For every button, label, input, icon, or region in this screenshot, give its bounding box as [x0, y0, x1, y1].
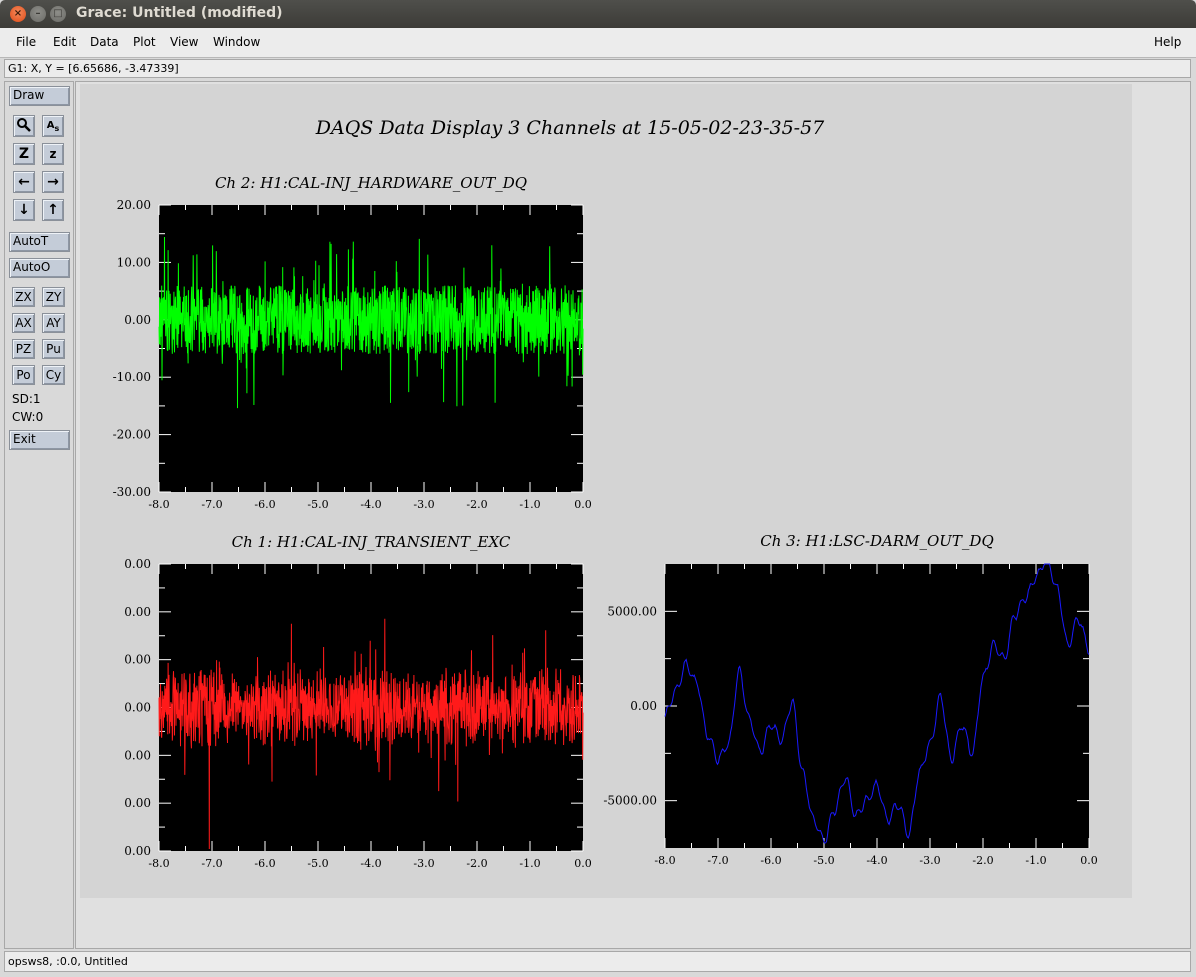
y-tick-label: -20.00 [113, 428, 151, 442]
push-button[interactable]: Pu [42, 339, 65, 359]
y-tick-label: 0.00 [124, 844, 151, 858]
x-tick-label: -8.0 [654, 854, 675, 867]
stack-depth-label: SD:1 [12, 392, 41, 406]
y-tick-label: 20.00 [117, 198, 151, 212]
x-tick-label: 0.0 [574, 857, 592, 870]
x-tick-label: -4.0 [866, 854, 887, 867]
y-tick-label: 0.00 [124, 701, 151, 715]
push-zoom-button[interactable]: PZ [12, 339, 35, 359]
autoscale-x-button[interactable]: AX [12, 313, 35, 333]
tool-panel: Draw As Z z ← → ↓ ↑ AutoT AutoO ZX ZY AX… [4, 81, 74, 949]
down-arrow-icon[interactable]: ↓ [13, 199, 35, 221]
status-bar: opsws8, :0.0, Untitled [4, 951, 1191, 972]
y-tick-label: -5000.00 [603, 794, 657, 808]
x-tick-label: -3.0 [919, 854, 940, 867]
x-tick-label: -4.0 [360, 498, 381, 511]
y-tick-label: -10.00 [113, 370, 151, 384]
y-tick-label: 0.00 [124, 557, 151, 571]
x-tick-label: -3.0 [413, 498, 434, 511]
autoscale-y-button[interactable]: AY [42, 313, 65, 333]
chart-panel-3: Ch 3: H1:LSC-DARM_OUT_DQ -8.0 -7.0 -6.0 -5.0… [603, 532, 1097, 867]
x-tick-label: -7.0 [201, 498, 222, 511]
y-tick-label: 0.00 [124, 653, 151, 667]
x-tick-label: -8.0 [148, 857, 169, 870]
chart-panel-1: Ch 2: H1:CAL-INJ_HARDWARE_OUT_DQ -8.0 -7.0… [113, 174, 592, 511]
x-tick-label: -6.0 [254, 498, 275, 511]
x-tick-label: -3.0 [413, 857, 434, 870]
x-tick-label: -5.0 [307, 857, 328, 870]
locator-readout: G1: X, Y = [6.65686, -3.47339] [4, 59, 1191, 78]
y-tick-label: 0.00 [630, 699, 657, 713]
x-tick-label: 0.0 [1080, 854, 1098, 867]
chart-title: Ch 2: H1:CAL-INJ_HARDWARE_OUT_DQ [215, 174, 527, 192]
y-tick-label: 0.00 [124, 605, 151, 619]
plot-background [665, 564, 1089, 848]
y-tick-label: 10.00 [117, 255, 151, 269]
x-tick-label: -6.0 [254, 857, 275, 870]
autoscale-button[interactable]: AutoO [9, 258, 70, 278]
x-tick-label: -4.0 [360, 857, 381, 870]
x-tick-label: -6.0 [760, 854, 781, 867]
minimize-icon[interactable]: – [30, 6, 46, 22]
y-tick-label: 0.00 [124, 748, 151, 762]
draw-button[interactable]: Draw [9, 86, 70, 106]
right-arrow-icon[interactable]: → [42, 171, 64, 193]
x-tick-label: -2.0 [972, 854, 993, 867]
x-tick-label: -2.0 [466, 857, 487, 870]
chart-panel-2: Ch 1: H1:CAL-INJ_TRANSIENT_EXC -8.0 -7.0 -6… [124, 533, 591, 870]
page-title: DAQS Data Display 3 Channels at 15-05-02… [315, 117, 825, 139]
menu-edit[interactable]: Edit [53, 35, 76, 49]
chart-title: Ch 3: H1:LSC-DARM_OUT_DQ [760, 532, 994, 550]
zoom-x-button[interactable]: ZX [12, 287, 35, 307]
menu-view[interactable]: View [170, 35, 198, 49]
y-tick-label: -30.00 [113, 485, 151, 499]
x-tick-label: -7.0 [201, 857, 222, 870]
grace-window: × – □ Grace: Untitled (modified) File Ed… [0, 0, 1196, 977]
close-icon[interactable]: × [10, 6, 26, 22]
menu-help[interactable]: Help [1154, 35, 1181, 49]
x-tick-label: -8.0 [148, 498, 169, 511]
current-world-label: CW:0 [12, 410, 44, 424]
plot-canvas[interactable]: DAQS Data Display 3 Channels at 15-05-02… [80, 84, 1132, 898]
x-tick-label: -1.0 [1025, 854, 1046, 867]
zoom-y-button[interactable]: ZY [42, 287, 65, 307]
up-arrow-icon[interactable]: ↑ [42, 199, 64, 221]
menu-plot[interactable]: Plot [133, 35, 156, 49]
y-tick-label: 0.00 [124, 796, 151, 810]
menu-window[interactable]: Window [213, 35, 260, 49]
zoom-icon[interactable] [13, 115, 35, 137]
y-tick-label: 5000.00 [607, 604, 657, 618]
x-tick-label: -7.0 [707, 854, 728, 867]
x-tick-label: 0.0 [574, 498, 592, 511]
left-arrow-icon[interactable]: ← [13, 171, 35, 193]
x-tick-label: -1.0 [519, 498, 540, 511]
cycle-button[interactable]: Cy [42, 365, 65, 385]
pop-button[interactable]: Po [12, 365, 35, 385]
x-tick-label: -5.0 [813, 854, 834, 867]
x-tick-label: -1.0 [519, 857, 540, 870]
zoom-in-icon[interactable]: Z [13, 143, 35, 165]
exit-button[interactable]: Exit [9, 430, 70, 450]
text-edit-icon[interactable]: As [42, 115, 64, 137]
x-tick-label: -5.0 [307, 498, 328, 511]
x-tick-label: -2.0 [466, 498, 487, 511]
title-bar: × – □ Grace: Untitled (modified) [0, 0, 1196, 28]
autotick-button[interactable]: AutoT [9, 232, 70, 252]
window-title: Grace: Untitled (modified) [76, 5, 283, 21]
maximize-icon[interactable]: □ [50, 6, 66, 22]
menu-bar: File Edit Data Plot View Window Help [0, 28, 1196, 58]
canvas-frame[interactable]: DAQS Data Display 3 Channels at 15-05-02… [75, 81, 1191, 949]
menu-data[interactable]: Data [90, 35, 119, 49]
y-tick-label: 0.00 [124, 313, 151, 327]
menu-file[interactable]: File [16, 35, 36, 49]
zoom-out-icon[interactable]: z [42, 143, 64, 165]
chart-title: Ch 1: H1:CAL-INJ_TRANSIENT_EXC [232, 533, 511, 551]
plot-page[interactable]: DAQS Data Display 3 Channels at 15-05-02… [80, 84, 1132, 898]
